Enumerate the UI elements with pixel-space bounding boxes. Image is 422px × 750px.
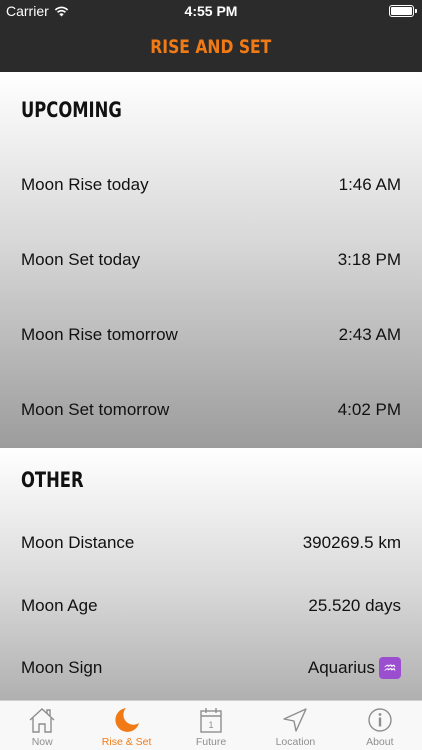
tab-label: Future bbox=[195, 736, 227, 748]
row-label: Moon Rise today bbox=[21, 175, 149, 194]
upcoming-title: UPCOMING bbox=[21, 98, 122, 122]
moon-set-tomorrow-row: Moon Set tomorrow 4:02 PM bbox=[21, 395, 401, 425]
location-arrow-icon bbox=[283, 708, 308, 732]
row-label: Moon Age bbox=[21, 596, 98, 615]
status-time: 4:55 PM bbox=[184, 3, 238, 19]
house-icon bbox=[29, 708, 55, 733]
row-label: Moon Set today bbox=[21, 250, 141, 269]
row-label: Moon Set tomorrow bbox=[21, 400, 170, 419]
calendar-day: 1 bbox=[209, 720, 214, 730]
row-label: Moon Sign bbox=[21, 658, 103, 677]
row-label: Moon Distance bbox=[21, 533, 135, 552]
moon-rise-today-row: Moon Rise today 1:46 AM bbox=[21, 170, 401, 200]
row-value: 2:43 AM bbox=[338, 325, 401, 344]
tab-rise-and-set[interactable]: Rise & Set bbox=[84, 701, 168, 750]
navigation-bar: RISE AND SET bbox=[0, 22, 422, 72]
tab-about[interactable]: About bbox=[338, 701, 422, 750]
tab-bar: Now Rise & Set 1 Future Location About bbox=[0, 700, 422, 750]
tab-label: Rise & Set bbox=[101, 736, 152, 748]
row-value: 4:02 PM bbox=[337, 400, 401, 419]
status-bar: Carrier 4:55 PM bbox=[0, 0, 422, 22]
moon-sign-row: Moon Sign Aquarius ♒ bbox=[21, 653, 401, 683]
calendar-icon: 1 bbox=[200, 708, 222, 733]
moon-set-today-row: Moon Set today 3:18 PM bbox=[21, 245, 401, 275]
aquarius-icon: ♒ bbox=[379, 657, 401, 679]
crescent-moon-icon bbox=[115, 708, 139, 732]
battery-icon bbox=[389, 5, 417, 17]
tab-location[interactable]: Location bbox=[253, 701, 337, 750]
info-icon bbox=[368, 708, 392, 732]
page-title: RISE AND SET bbox=[150, 36, 272, 58]
tab-future[interactable]: 1 Future bbox=[169, 701, 253, 750]
row-value: Aquarius bbox=[307, 658, 375, 677]
moon-age-row: Moon Age 25.520 days bbox=[21, 591, 401, 621]
other-title: OTHER bbox=[21, 468, 84, 492]
row-value: 3:18 PM bbox=[337, 250, 401, 269]
row-value-container: Aquarius ♒ bbox=[308, 657, 401, 679]
other-section: OTHER Moon Distance 390269.5 km Moon Age… bbox=[0, 448, 422, 700]
moon-rise-tomorrow-row: Moon Rise tomorrow 2:43 AM bbox=[21, 320, 401, 350]
row-label: Moon Rise tomorrow bbox=[21, 325, 178, 344]
tab-label: About bbox=[366, 736, 394, 748]
tab-now[interactable]: Now bbox=[0, 701, 84, 750]
row-value: 1:46 AM bbox=[338, 175, 401, 194]
tab-label: Location bbox=[275, 736, 316, 748]
row-value: 390269.5 km bbox=[302, 533, 401, 552]
moon-distance-row: Moon Distance 390269.5 km bbox=[21, 528, 401, 558]
upcoming-section: UPCOMING Moon Rise today 1:46 AM Moon Se… bbox=[0, 72, 422, 448]
row-value: 25.520 days bbox=[308, 596, 401, 615]
tab-label: Now bbox=[31, 736, 53, 748]
